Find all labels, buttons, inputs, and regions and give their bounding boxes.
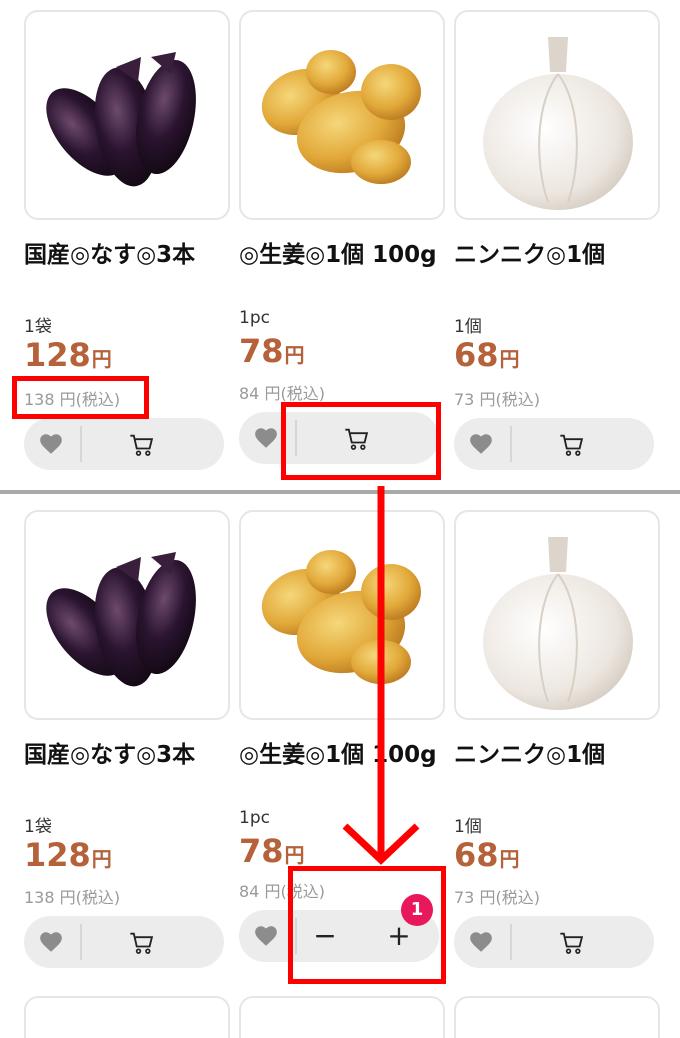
annotation-arrow xyxy=(342,486,420,865)
